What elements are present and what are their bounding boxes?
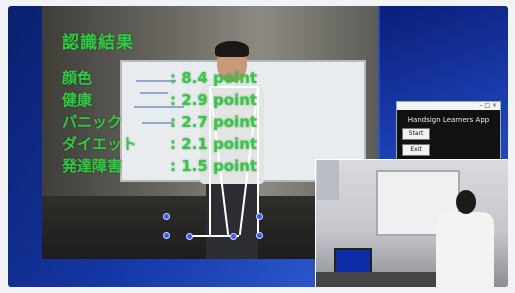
result-label: パニック [62, 113, 123, 131]
room-person-head [456, 190, 476, 214]
result-label: 顔色 [62, 69, 93, 87]
result-value: : 2.9 point [170, 91, 258, 109]
skeleton-joint [186, 233, 193, 240]
result-row: 顔色 : 8.4 point [62, 67, 257, 89]
room-door [317, 160, 339, 200]
results-title: 認識結果 [62, 33, 134, 53]
result-label: ダイエット [62, 135, 137, 153]
room-desk [316, 272, 436, 287]
result-value: : 2.7 point [170, 113, 258, 131]
room-camera-inset [315, 159, 508, 287]
skeleton-joint [256, 213, 263, 220]
result-label: 健康 [62, 91, 93, 109]
skeleton-joint [230, 233, 237, 240]
result-value: : 8.4 point [170, 69, 258, 87]
screen-capture: 認識結果 顔色 : 8.4 point 健康 : 2.9 point パニック : 2… [8, 6, 508, 287]
result-label: 発達障害 [62, 157, 123, 175]
result-row: 発達障害 : 1.5 point [62, 155, 257, 177]
window-controls[interactable]: – □ × [479, 102, 497, 110]
result-value: : 1.5 point [170, 157, 258, 175]
result-value: : 2.1 point [170, 135, 258, 153]
recognition-results-overlay: 認識結果 顔色 : 8.4 point 健康 : 2.9 point パニック : 2… [62, 28, 257, 177]
result-row: 健康 : 2.9 point [62, 89, 257, 111]
result-row: パニック : 2.7 point [62, 111, 257, 133]
app-titlebar[interactable]: – □ × [397, 102, 500, 110]
skeleton-joint [256, 232, 263, 239]
result-row: ダイエット : 2.1 point [62, 133, 257, 155]
exit-button[interactable]: Exit [402, 144, 430, 156]
person-legs [206, 182, 258, 259]
skeleton-joint [163, 232, 170, 239]
app-title: Handsign Learners App [407, 116, 490, 124]
handsign-app-window: – □ × Handsign Learners App Start Exit [396, 101, 501, 163]
skeleton-joint [163, 213, 170, 220]
start-button[interactable]: Start [402, 128, 430, 140]
room-person-body [436, 212, 494, 287]
